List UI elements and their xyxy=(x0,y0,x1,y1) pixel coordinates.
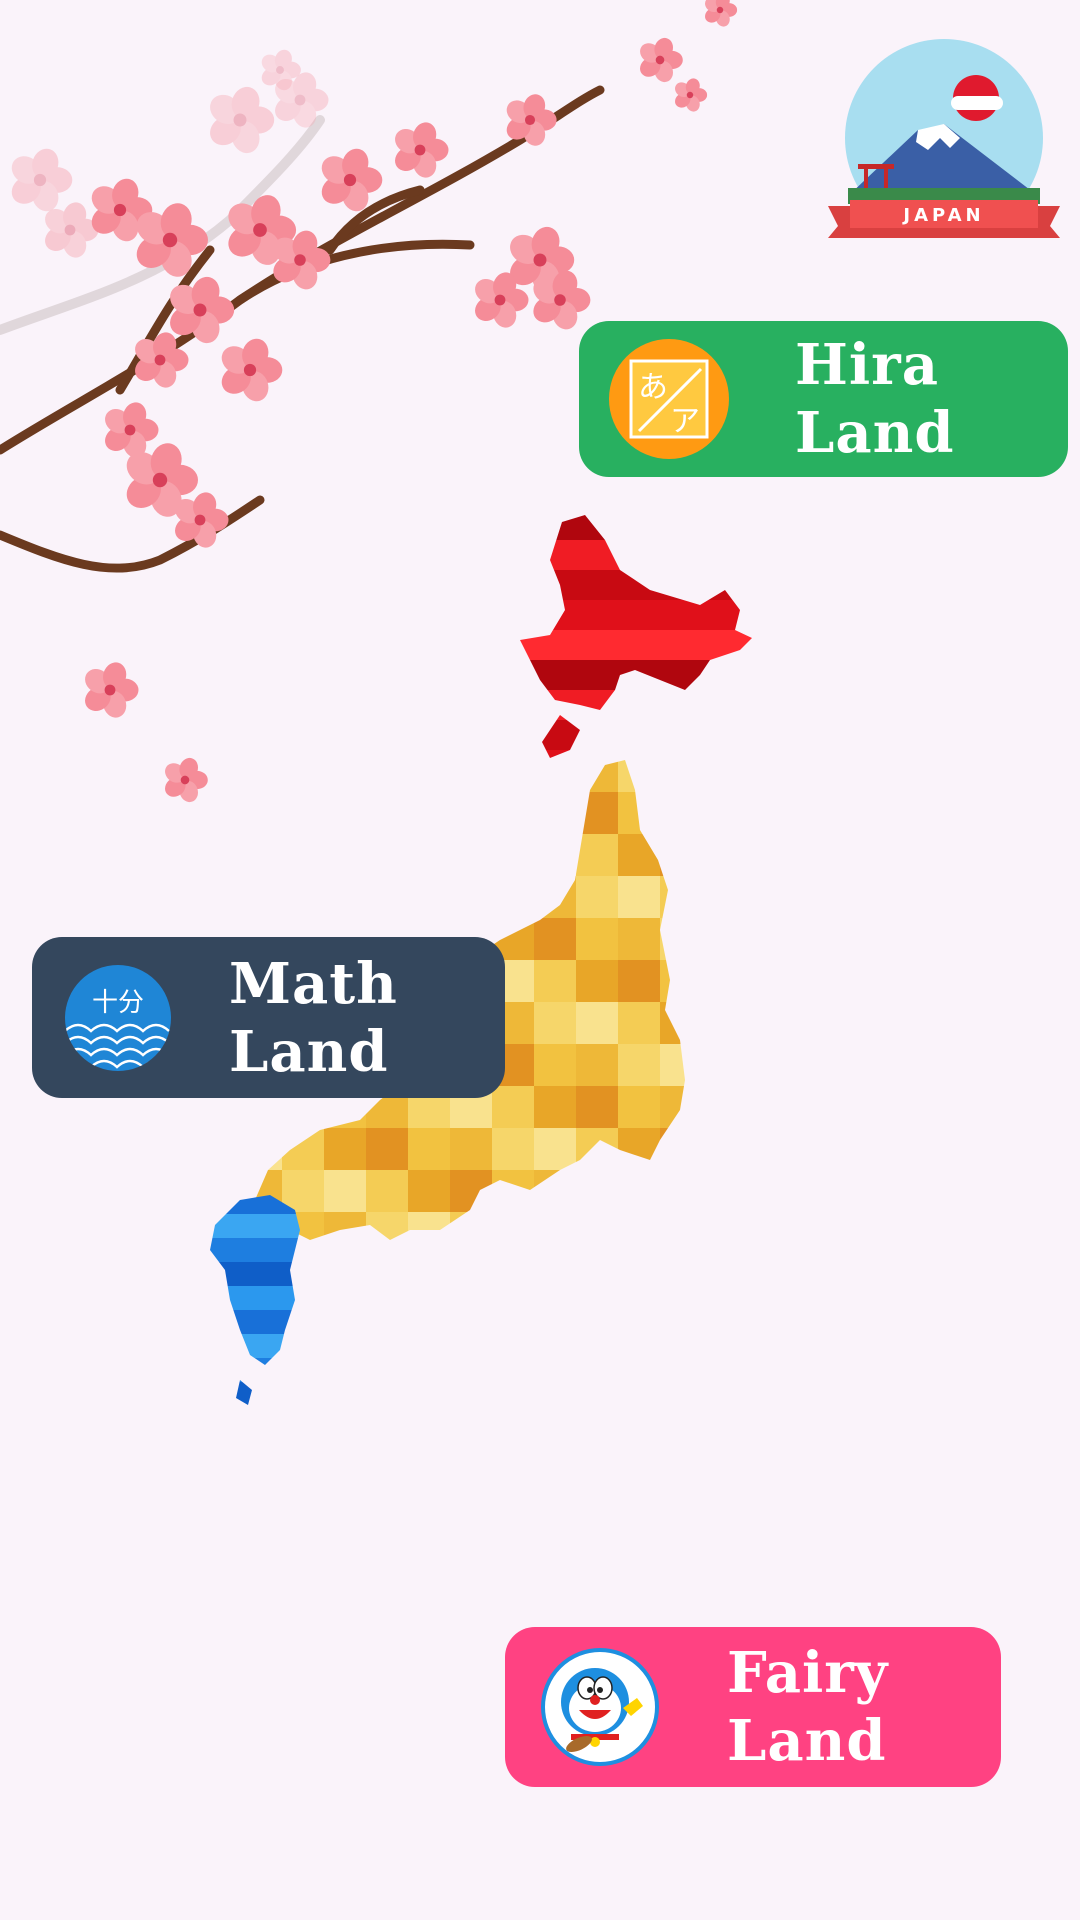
blossom-flower-icon xyxy=(675,78,708,112)
blossom-flower-icon xyxy=(395,122,449,178)
doraemon-icon xyxy=(541,1648,659,1766)
blossom-flower-icon xyxy=(640,37,683,83)
math-icon-text: 十分 xyxy=(92,988,144,1018)
japan-map[interactable] xyxy=(180,510,830,1690)
blossom-flower-icon xyxy=(105,402,159,458)
fairy-land-label: Fairy Land xyxy=(727,1640,889,1774)
blossom-flower-icon xyxy=(170,276,235,344)
badge-text: JAPAN xyxy=(901,205,984,226)
hokkaido-region xyxy=(520,515,752,758)
blossom-flower-icon xyxy=(506,94,557,146)
fairy-land-button[interactable]: Fairy Land xyxy=(505,1627,1001,1787)
blossom-flower-icon xyxy=(705,0,738,27)
hiragana-glyph: あ xyxy=(638,370,668,405)
hira-land-label: Hira Land xyxy=(795,332,955,466)
hiragana-katakana-icon: あ ア xyxy=(609,339,729,459)
hira-land-button[interactable]: あ ア Hira Land xyxy=(579,321,1068,477)
blossom-flower-icon xyxy=(85,662,139,718)
japan-badge-logo: JAPAN xyxy=(828,39,1060,238)
blossom-flower-icon xyxy=(221,338,283,402)
blossom-flower-icon xyxy=(11,148,73,212)
math-wave-icon: 十分 xyxy=(65,964,171,1071)
blossom-flower-icon xyxy=(210,86,275,154)
katakana-glyph: ア xyxy=(670,404,700,439)
math-land-button[interactable]: 十分 Math Land xyxy=(32,937,505,1098)
math-land-label: Math Land xyxy=(229,950,398,1085)
